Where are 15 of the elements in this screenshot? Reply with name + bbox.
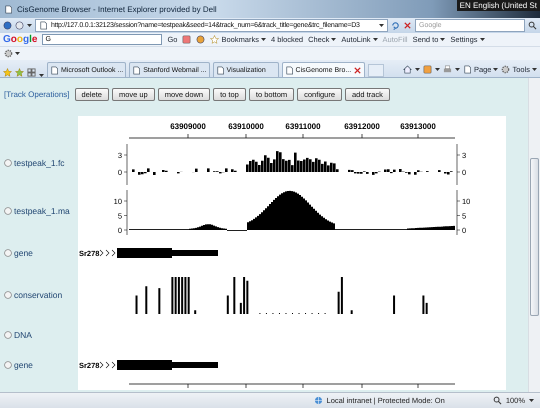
window-title: CisGenome Browser - Internet Explorer provided by Dell — [17, 4, 218, 14]
track-label: gene — [14, 360, 33, 370]
coordinate-label: 63909000 — [170, 122, 206, 131]
coordinate-label: 63911000 — [285, 122, 321, 131]
google-logo: Google — [3, 34, 38, 45]
track-label: DNA — [14, 330, 32, 340]
language-indicator[interactable]: EN English (United St — [456, 0, 540, 11]
coordinate-label: 63912000 — [344, 122, 380, 131]
track-operations-link[interactable]: [Track Operations] — [4, 90, 70, 99]
coordinate-label: 63910000 — [228, 122, 264, 131]
track-label: testpeak_1.fc — [14, 158, 65, 168]
track-label: conservation — [14, 290, 62, 300]
track-label: gene — [14, 248, 33, 258]
coordinate-label: 63913000 — [400, 122, 436, 131]
track-label: testpeak_1.ma — [14, 206, 70, 216]
